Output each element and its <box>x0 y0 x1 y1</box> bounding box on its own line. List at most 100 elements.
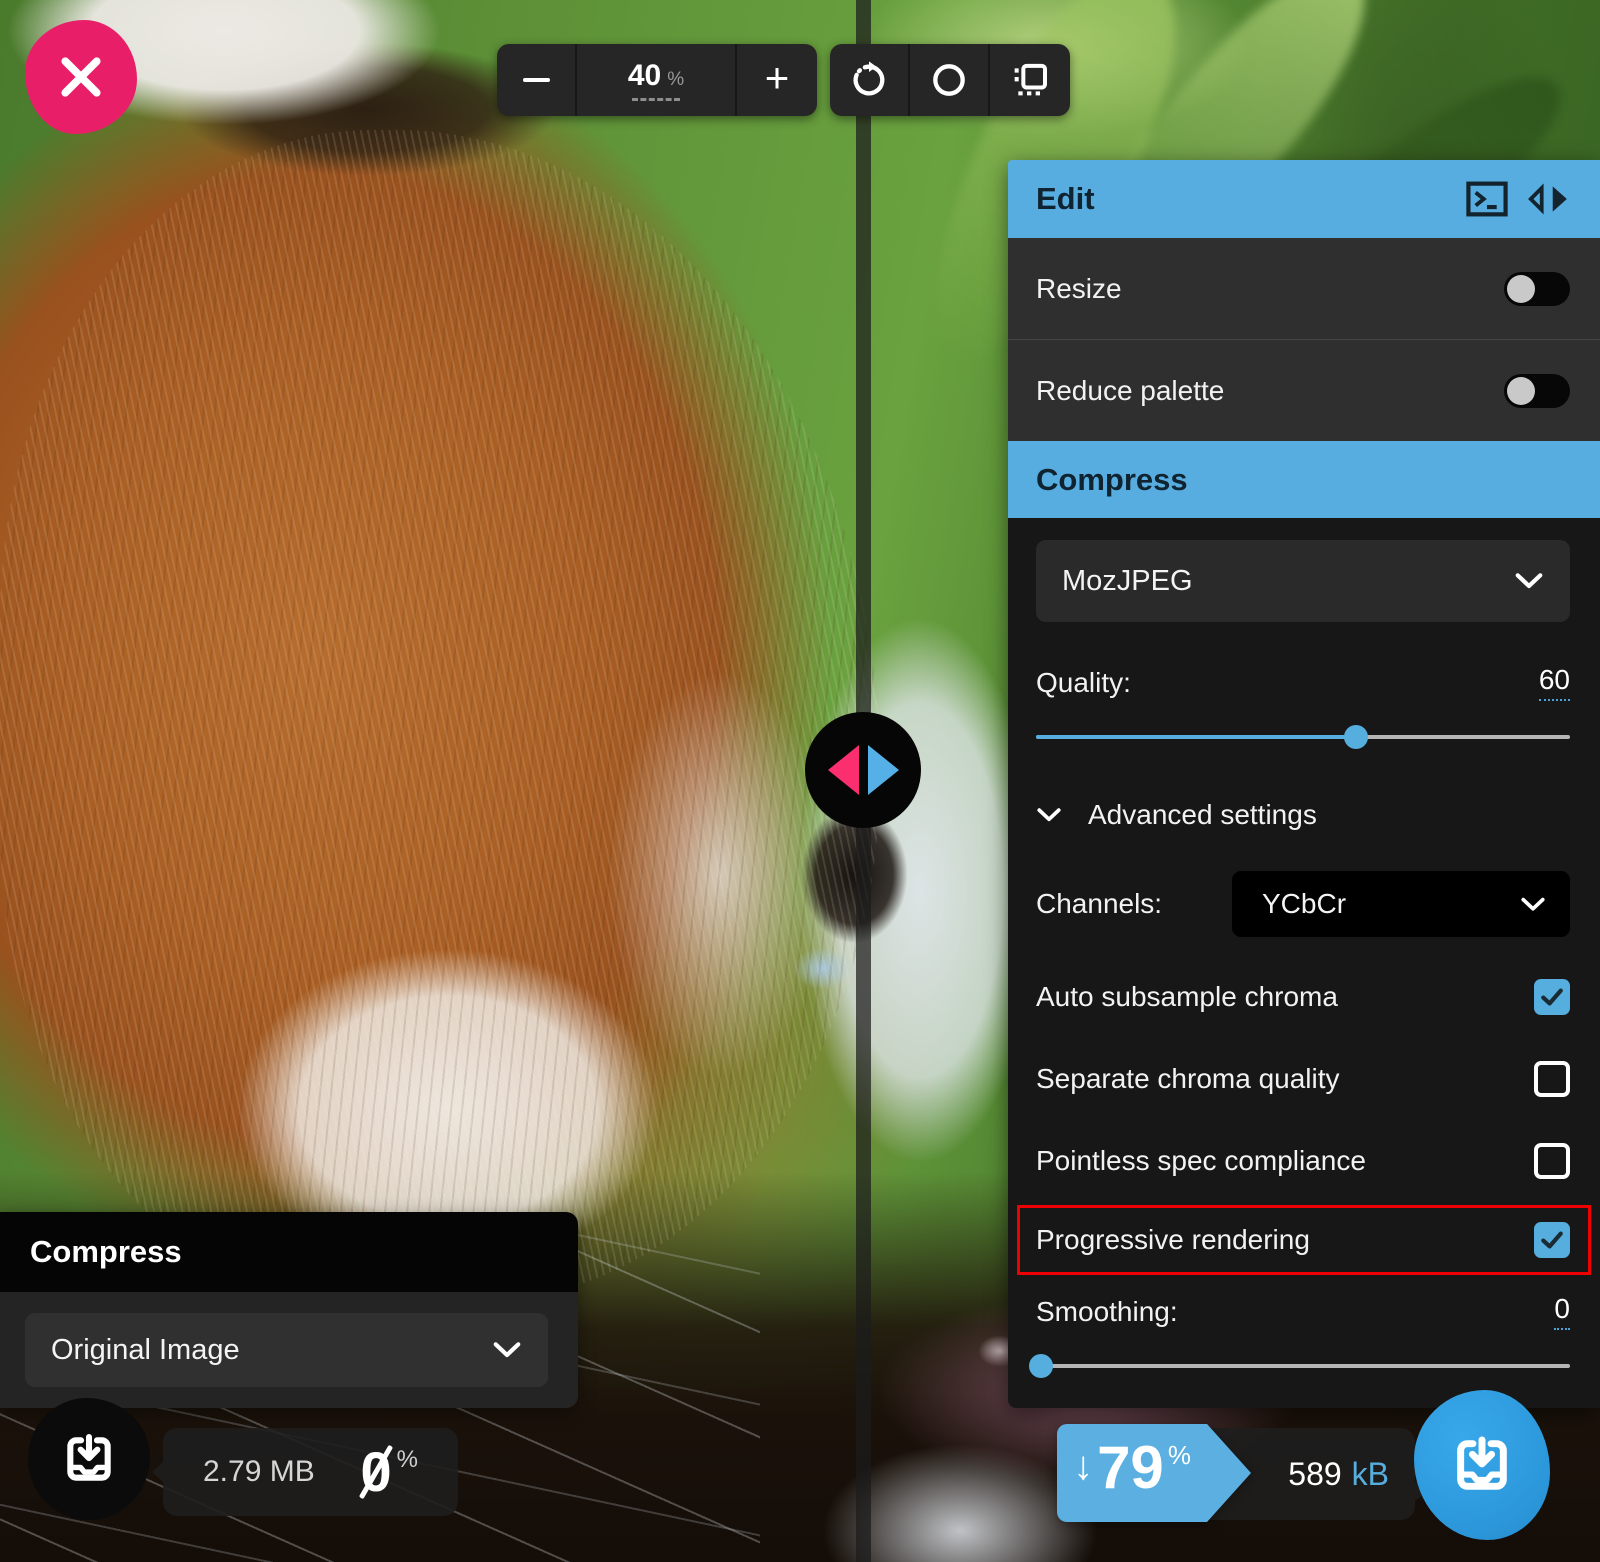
view-toolbar <box>830 44 1070 116</box>
download-original-button[interactable] <box>28 1398 150 1520</box>
advanced-settings-toggle[interactable]: Advanced settings <box>1036 799 1570 831</box>
resize-label: Resize <box>1036 273 1122 305</box>
download-icon <box>1450 1433 1514 1497</box>
background-toggle-button[interactable] <box>910 44 990 116</box>
badge-pointer <box>1207 1424 1251 1522</box>
reduce-palette-label: Reduce palette <box>1036 375 1224 407</box>
separate-chroma-row: Separate chroma quality <box>1036 1057 1570 1101</box>
circle-icon <box>929 60 969 100</box>
slider-track <box>1036 1364 1570 1368</box>
zoom-value: 40 <box>628 59 661 93</box>
separate-chroma-checkbox[interactable] <box>1534 1061 1570 1097</box>
toggle-knob <box>1507 275 1535 303</box>
fur-texture <box>0 130 880 1300</box>
savings-unit: % <box>1168 1440 1191 1471</box>
progressive-rendering-label: Progressive rendering <box>1036 1224 1310 1256</box>
handle-left-arrow-icon <box>828 745 859 795</box>
channels-select[interactable]: YCbCr <box>1232 871 1570 937</box>
savings-badge: ↓ 79 % <box>1057 1424 1251 1522</box>
channels-row: Channels: YCbCr <box>1036 871 1570 937</box>
check-icon <box>1538 983 1566 1011</box>
result-size: 589 <box>1288 1456 1341 1493</box>
smoothing-slider-knob[interactable] <box>1029 1354 1053 1378</box>
down-arrow-icon: ↓ <box>1073 1438 1093 1494</box>
progressive-rendering-checkbox[interactable] <box>1534 1222 1570 1258</box>
smoothing-label: Smoothing: <box>1036 1296 1178 1328</box>
rotate-button[interactable] <box>830 44 910 116</box>
chevron-down-icon <box>492 1340 522 1360</box>
progressive-rendering-highlight: Progressive rendering <box>1017 1205 1591 1275</box>
codec-select[interactable]: MozJPEG <box>1036 540 1570 622</box>
auto-subsample-label: Auto subsample chroma <box>1036 981 1338 1013</box>
pointless-spec-label: Pointless spec compliance <box>1036 1145 1366 1177</box>
close-x-icon <box>54 50 108 104</box>
original-panel-header: Compress <box>0 1212 578 1292</box>
smoothing-value[interactable]: 0 <box>1554 1293 1570 1330</box>
original-percent-unit: % <box>397 1446 418 1474</box>
original-panel-title: Compress <box>30 1234 182 1270</box>
edit-options: Resize Reduce palette <box>1008 238 1600 441</box>
chevron-down-icon <box>1036 806 1062 824</box>
resize-row: Resize <box>1008 238 1600 340</box>
zoom-in-button[interactable]: + <box>737 44 817 116</box>
original-size: 2.79 MB <box>203 1455 315 1489</box>
result-size-unit: kB <box>1352 1456 1389 1493</box>
original-panel-body: Original Image <box>0 1292 578 1408</box>
original-codec-value: Original Image <box>51 1334 240 1367</box>
compress-settings: MozJPEG Quality: 60 Advanced settings <box>1008 518 1600 1408</box>
zoom-level[interactable]: 40 % <box>577 44 737 116</box>
edit-code-button[interactable] <box>1466 181 1508 217</box>
quality-slider[interactable] <box>1036 725 1570 749</box>
quality-slider-fill <box>1036 735 1356 739</box>
chevron-down-icon <box>1514 571 1544 591</box>
smoothing-row: Smoothing: 0 <box>1036 1293 1570 1330</box>
edit-title: Edit <box>1036 181 1095 217</box>
minus-icon <box>523 78 550 82</box>
codec-value: MozJPEG <box>1062 565 1193 598</box>
chevron-down-icon <box>1520 896 1546 913</box>
reduce-palette-toggle[interactable] <box>1504 374 1570 408</box>
quality-label: Quality: <box>1036 667 1131 699</box>
smoothing-slider[interactable] <box>1036 1354 1570 1378</box>
squoosh-app: 40 % + <box>0 0 1600 1562</box>
compare-view-icon <box>1010 60 1050 100</box>
advanced-settings-label: Advanced settings <box>1088 799 1317 831</box>
channels-label: Channels: <box>1036 888 1162 920</box>
toggle-knob <box>1507 377 1535 405</box>
edit-panel-header: Edit <box>1008 160 1600 238</box>
resize-toggle[interactable] <box>1504 272 1570 306</box>
channels-value: YCbCr <box>1262 888 1346 920</box>
plus-icon: + <box>765 57 790 99</box>
check-icon <box>1538 1226 1566 1254</box>
original-size-bubble: 2.79 MB 0 % <box>163 1428 458 1516</box>
original-codec-select[interactable]: Original Image <box>25 1313 548 1387</box>
pointless-spec-row: Pointless spec compliance <box>1036 1139 1570 1183</box>
handle-right-arrow-icon <box>868 745 899 795</box>
compare-panels-button[interactable] <box>1526 181 1570 217</box>
rotate-icon <box>849 60 889 100</box>
comparison-handle[interactable] <box>805 712 921 828</box>
zoom-unit: % <box>667 69 684 91</box>
savings-percent: 79 <box>1097 1438 1164 1498</box>
reduce-palette-row: Reduce palette <box>1008 340 1600 441</box>
compress-title: Compress <box>1036 462 1188 498</box>
zoom-out-button[interactable] <box>497 44 577 116</box>
quality-value[interactable]: 60 <box>1539 664 1570 701</box>
compress-section-header: Compress <box>1008 441 1600 518</box>
separate-chroma-label: Separate chroma quality <box>1036 1063 1340 1095</box>
terminal-icon <box>1466 181 1508 217</box>
progressive-rendering-row: Progressive rendering <box>1036 1222 1570 1258</box>
pointless-spec-checkbox[interactable] <box>1534 1143 1570 1179</box>
download-icon <box>61 1431 117 1487</box>
zoom-value-underline <box>632 95 680 101</box>
compare-arrows-icon <box>1526 181 1570 217</box>
zoom-toolbar: 40 % + <box>497 44 817 116</box>
auto-subsample-row: Auto subsample chroma <box>1036 975 1570 1019</box>
bubble-notch <box>152 1462 163 1482</box>
quality-slider-knob[interactable] <box>1344 725 1368 749</box>
auto-subsample-checkbox[interactable] <box>1534 979 1570 1015</box>
original-compress-panel: Compress Original Image <box>0 1212 578 1408</box>
original-percent: 0 <box>361 1444 392 1500</box>
quality-row: Quality: 60 <box>1036 664 1570 701</box>
compare-view-button[interactable] <box>990 44 1070 116</box>
